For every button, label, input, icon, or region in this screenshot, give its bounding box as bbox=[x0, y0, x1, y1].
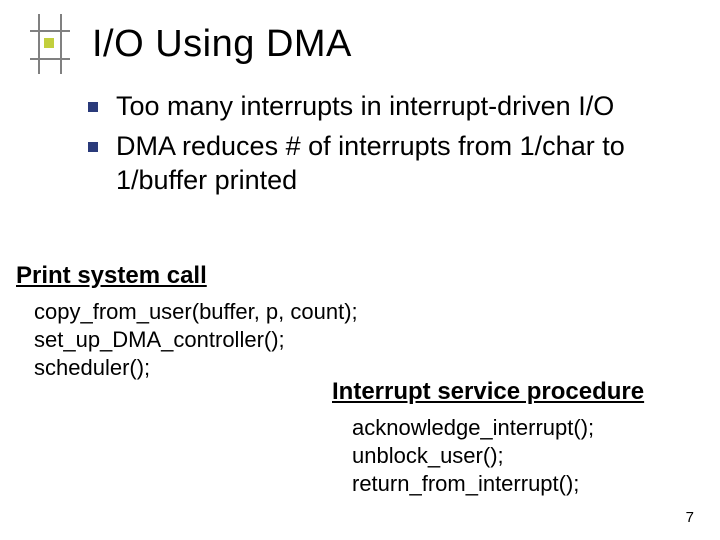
isr-code: acknowledge_interrupt(); unblock_user();… bbox=[352, 414, 594, 498]
print-syscall-heading: Print system call bbox=[16, 262, 207, 290]
code-line: unblock_user(); bbox=[352, 442, 594, 470]
code-line: scheduler(); bbox=[34, 354, 358, 382]
slide-title: I/O Using DMA bbox=[92, 23, 352, 66]
bullet-text: Too many interrupts in interrupt-driven … bbox=[116, 90, 614, 124]
slide: I/O Using DMA Too many interrupts in int… bbox=[0, 0, 720, 540]
bullet-list: Too many interrupts in interrupt-driven … bbox=[88, 90, 688, 203]
list-item: DMA reduces # of interrupts from 1/char … bbox=[88, 130, 688, 198]
code-line: return_from_interrupt(); bbox=[352, 470, 594, 498]
bullet-text: DMA reduces # of interrupts from 1/char … bbox=[116, 130, 688, 198]
print-syscall-code: copy_from_user(buffer, p, count); set_up… bbox=[34, 298, 358, 382]
code-line: acknowledge_interrupt(); bbox=[352, 414, 594, 442]
bullet-icon bbox=[88, 142, 98, 152]
list-item: Too many interrupts in interrupt-driven … bbox=[88, 90, 688, 124]
title-decoration-icon bbox=[30, 20, 70, 68]
bullet-icon bbox=[88, 102, 98, 112]
code-line: copy_from_user(buffer, p, count); bbox=[34, 298, 358, 326]
isr-heading: Interrupt service procedure bbox=[332, 378, 644, 406]
code-line: set_up_DMA_controller(); bbox=[34, 326, 358, 354]
title-bar: I/O Using DMA bbox=[30, 20, 352, 68]
page-number: 7 bbox=[686, 509, 694, 526]
